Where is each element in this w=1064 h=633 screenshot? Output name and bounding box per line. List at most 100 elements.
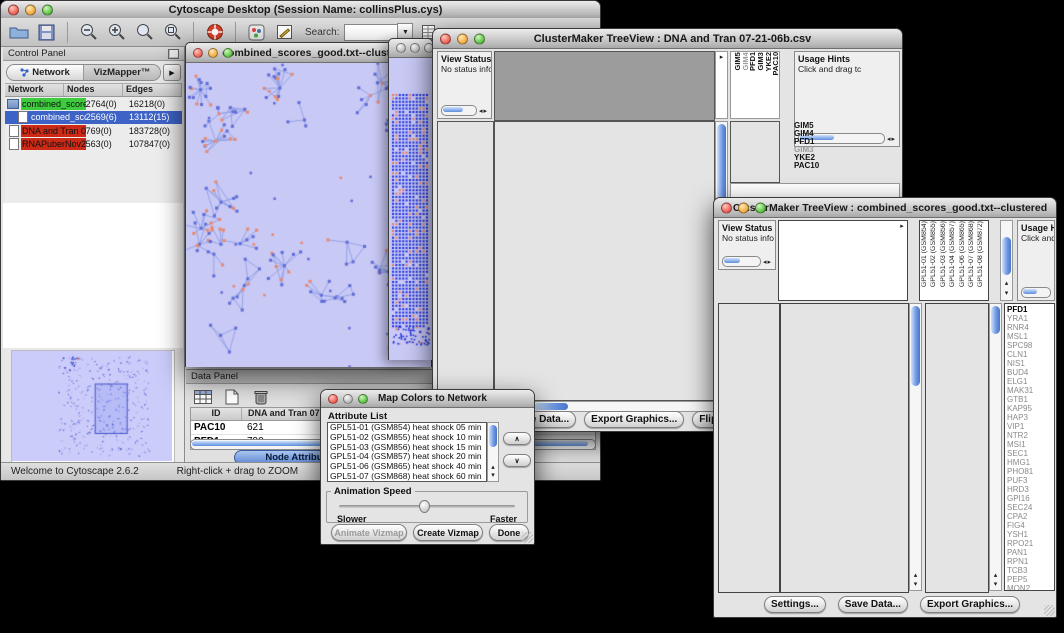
gene-label[interactable]: PAN1 (1007, 548, 1054, 557)
background-network-title-bar[interactable] (389, 39, 432, 58)
scroll-up-icon[interactable]: ▴ (990, 572, 1001, 580)
create-vizmap-button[interactable]: Create Vizmap (413, 524, 483, 541)
minimize-icon[interactable] (25, 4, 36, 15)
gene-label[interactable]: RPO21 (1007, 539, 1054, 548)
column-label[interactable]: PFD1 (748, 52, 756, 71)
treeview2-action-button[interactable]: Save Data... (838, 596, 908, 613)
gene-label[interactable]: SEC1 (1007, 449, 1054, 458)
tab-vizmapper[interactable]: VizMapper™ (83, 65, 160, 80)
id-column-header[interactable]: ID (191, 408, 242, 420)
gene-label[interactable]: ELG1 (1007, 377, 1054, 386)
scroll-up-icon[interactable]: ▴ (1001, 280, 1012, 288)
network-table-row[interactable]: combined_sco 2569(6) 13112(15) (5, 111, 182, 125)
column-label[interactable]: GIM3 (756, 52, 764, 70)
animation-slider-thumb[interactable] (419, 500, 430, 513)
scroll-down-icon[interactable]: ▾ (990, 581, 1001, 589)
annotation-icon[interactable] (273, 21, 296, 44)
resize-grip[interactable] (522, 532, 533, 543)
zoom-in-icon[interactable] (105, 21, 128, 44)
gene-label[interactable]: CLN1 (1007, 350, 1054, 359)
scroll-down-icon[interactable]: ▾ (488, 472, 498, 480)
gene-label[interactable]: KAP95 (1007, 404, 1054, 413)
gene-label[interactable]: RNR4 (1007, 323, 1054, 332)
matrix-label[interactable]: PAC10 (794, 162, 819, 170)
gene-label[interactable]: PHO81 (1007, 467, 1054, 476)
network-table-row[interactable]: combined_scores 2764(0) 16218(0) (5, 97, 182, 111)
column-header[interactable]: Nodes (64, 84, 123, 96)
scroll-arrows-icon[interactable]: ◂▸ (479, 107, 488, 115)
array-column-label[interactable]: GPL51-02 (GSM855) (930, 221, 939, 287)
main-title-bar[interactable]: Cytoscape Desktop (Session Name: collins… (1, 1, 600, 19)
gene-label[interactable]: SPC98 (1007, 341, 1054, 350)
minimize-icon[interactable] (208, 48, 218, 58)
treeview1-action-button[interactable]: Export Graphics... (584, 411, 684, 428)
minimize-icon[interactable] (410, 43, 420, 53)
move-up-button[interactable]: ∧ (503, 432, 531, 445)
array-column-label[interactable]: GPL51-08 (GSM872) (977, 221, 986, 287)
labels-vscrollbar[interactable]: ▴ ▾ (1000, 220, 1013, 301)
birds-eye-view[interactable] (12, 351, 172, 461)
attribute-table-icon[interactable] (190, 385, 216, 408)
gene-label[interactable]: MSI1 (1007, 440, 1054, 449)
minimize-icon[interactable] (738, 202, 749, 213)
save-icon[interactable] (35, 21, 58, 44)
minimize-icon[interactable] (457, 33, 468, 44)
scroll-arrows-icon[interactable]: ◂▸ (763, 258, 772, 266)
close-icon[interactable] (396, 43, 406, 53)
animate-vizmap-button[interactable]: Animate Vizmap (331, 524, 407, 541)
scroll-arrows-icon[interactable]: ◂▸ (887, 135, 896, 143)
array-column-label[interactable]: GPL51-06 (GSM865) (959, 221, 968, 287)
row-dendrogram[interactable] (718, 303, 780, 593)
zoom-selected-icon[interactable] (133, 21, 156, 44)
network-table-header[interactable]: NetworkNodesEdges (5, 84, 182, 97)
listbox-scrollbar[interactable]: ▴ ▾ (487, 422, 499, 482)
close-icon[interactable] (8, 4, 19, 15)
row-dendrogram[interactable] (437, 121, 494, 401)
gene-label[interactable]: NIS1 (1007, 359, 1054, 368)
tab-network[interactable]: Network (7, 65, 83, 80)
treeview2-action-button[interactable]: Export Graphics... (920, 596, 1020, 613)
gene-label[interactable]: HMG1 (1007, 458, 1054, 467)
gene-label[interactable]: GPI16 (1007, 494, 1054, 503)
gene-label[interactable]: NTR2 (1007, 431, 1054, 440)
dialog-title-bar[interactable]: Map Colors to Network (321, 390, 534, 408)
zoom-out-icon[interactable] (77, 21, 100, 44)
column-header[interactable]: Network (5, 84, 64, 96)
gene-label[interactable]: CPA2 (1007, 512, 1054, 521)
gene-label[interactable]: MAK31 (1007, 386, 1054, 395)
global-heatmap[interactable] (780, 303, 909, 593)
gene-label[interactable]: PEP5 (1007, 575, 1054, 584)
zoom-fit-icon[interactable] (161, 21, 184, 44)
gene-label[interactable]: BUD4 (1007, 368, 1054, 377)
minimize-icon[interactable] (343, 394, 353, 404)
gene-label[interactable]: FIG4 (1007, 521, 1054, 530)
correlation-matrix[interactable] (730, 121, 780, 183)
gene-label[interactable]: GTB1 (1007, 395, 1054, 404)
heatmap-vscrollbar[interactable]: ▴ ▾ (909, 303, 922, 591)
network-table-row[interactable]: DNA and Tran 07 769(0) 183728(0) (5, 124, 182, 138)
hints-scrollbar[interactable] (1021, 287, 1051, 298)
array-column-label[interactable]: GPL51-03 (GSM856) (940, 221, 949, 287)
array-column-label[interactable]: GPL51-07 (GSM868) (968, 221, 977, 287)
zoom-vscrollbar[interactable]: ▴ ▾ (989, 303, 1002, 591)
dense-network-view[interactable] (389, 58, 432, 360)
arrow-icon[interactable]: ▸ (716, 54, 727, 62)
column-tree-area[interactable]: ▸ (778, 220, 908, 301)
tab-overflow-button[interactable]: ▶ (163, 64, 181, 81)
array-column-label[interactable]: GPL51-04 (GSM857) (949, 221, 958, 287)
maximize-icon[interactable] (223, 48, 233, 58)
scroll-up-icon[interactable]: ▴ (488, 464, 498, 472)
plugins-icon[interactable] (245, 21, 268, 44)
close-icon[interactable] (440, 33, 451, 44)
global-heatmap[interactable] (494, 121, 715, 401)
move-down-button[interactable]: ∨ (503, 454, 531, 467)
array-column-label[interactable]: GPL51-01 (GSM854) (921, 221, 930, 287)
maximize-icon[interactable] (755, 202, 766, 213)
zoom-heatmap[interactable] (925, 303, 989, 593)
status-scrollbar[interactable] (441, 105, 477, 116)
gene-label[interactable]: SEC24 (1007, 503, 1054, 512)
close-icon[interactable] (328, 394, 338, 404)
treeview1-title-bar[interactable]: ClusterMaker TreeView : DNA and Tran 07-… (433, 29, 902, 49)
delete-attribute-trash-icon[interactable] (248, 385, 274, 408)
gene-label[interactable]: YRA1 (1007, 314, 1054, 323)
